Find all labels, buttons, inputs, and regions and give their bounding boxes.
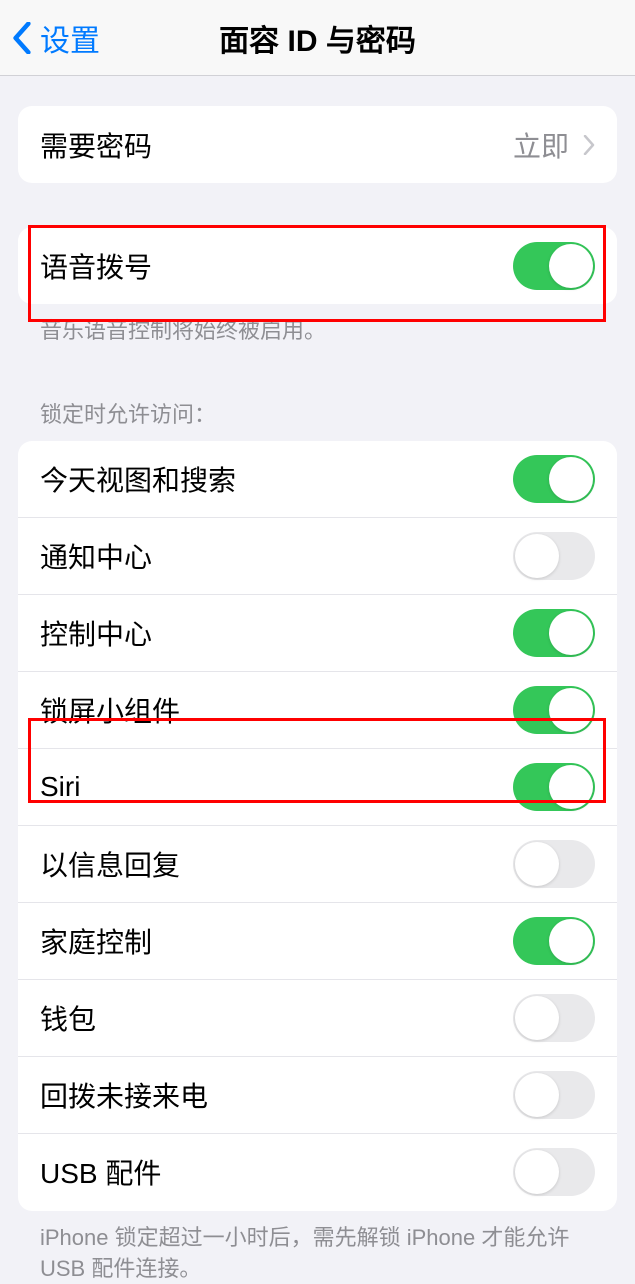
lock-access-label: 回拨未接来电	[40, 1075, 208, 1115]
lock-access-label: 今天视图和搜索	[40, 459, 236, 499]
lock-access-header: 锁定时允许访问：	[18, 347, 617, 441]
toggle-knob	[515, 996, 559, 1040]
voice-dial-label: 语音拨号	[40, 246, 152, 286]
back-label: 设置	[40, 16, 100, 60]
lock-access-label: Siri	[40, 771, 80, 803]
lock-access-cell: 钱包	[18, 980, 617, 1057]
page-title: 面容 ID 与密码	[219, 16, 416, 60]
require-passcode-cell[interactable]: 需要密码 立即	[18, 106, 617, 183]
lock-access-cell: 以信息回复	[18, 826, 617, 903]
lock-access-label: 以信息回复	[40, 844, 180, 884]
lock-access-toggle[interactable]	[513, 532, 595, 580]
chevron-left-icon	[12, 22, 32, 54]
toggle-knob	[515, 1073, 559, 1117]
lock-access-label: 锁屏小组件	[40, 690, 180, 730]
lock-access-label: 钱包	[40, 998, 96, 1038]
lock-access-cell: 回拨未接来电	[18, 1057, 617, 1134]
lock-access-cell: USB 配件	[18, 1134, 617, 1211]
require-passcode-label: 需要密码	[40, 125, 152, 165]
toggle-knob	[549, 244, 593, 288]
lock-access-label: 控制中心	[40, 613, 152, 653]
lock-access-cell: 通知中心	[18, 518, 617, 595]
voice-dial-toggle[interactable]	[513, 242, 595, 290]
lock-access-label: 家庭控制	[40, 921, 152, 961]
lock-access-cell: 今天视图和搜索	[18, 441, 617, 518]
require-passcode-group: 需要密码 立即	[18, 106, 617, 183]
lock-access-group: 今天视图和搜索通知中心控制中心锁屏小组件 Siri 以信息回复家庭控制钱包回拨未接来…	[18, 441, 617, 1211]
lock-access-cell: Siri	[18, 749, 617, 826]
voice-dial-cell: 语音拨号	[18, 227, 617, 304]
lock-access-cell: 家庭控制	[18, 903, 617, 980]
voice-dial-footer: 音乐语音控制将始终被启用。	[18, 304, 617, 347]
lock-access-toggle[interactable]	[513, 840, 595, 888]
navigation-bar: 设置 面容 ID 与密码	[0, 0, 635, 76]
lock-access-toggle[interactable]	[513, 994, 595, 1042]
lock-access-toggle[interactable]	[513, 609, 595, 657]
lock-access-toggle[interactable]	[513, 455, 595, 503]
toggle-knob	[549, 919, 593, 963]
chevron-right-icon	[583, 135, 595, 155]
lock-access-toggle[interactable]	[513, 763, 595, 811]
lock-access-label: USB 配件	[40, 1152, 161, 1192]
voice-dial-group: 语音拨号	[18, 227, 617, 304]
toggle-knob	[549, 688, 593, 732]
lock-access-toggle[interactable]	[513, 1148, 595, 1196]
require-passcode-value-wrap: 立即	[513, 125, 595, 165]
toggle-knob	[515, 1150, 559, 1194]
lock-access-cell: 锁屏小组件	[18, 672, 617, 749]
lock-access-cell: 控制中心	[18, 595, 617, 672]
require-passcode-value: 立即	[513, 125, 569, 165]
lock-access-label: 通知中心	[40, 536, 152, 576]
toggle-knob	[549, 765, 593, 809]
lock-access-toggle[interactable]	[513, 686, 595, 734]
toggle-knob	[515, 534, 559, 578]
toggle-knob	[549, 611, 593, 655]
lock-access-toggle[interactable]	[513, 1071, 595, 1119]
toggle-knob	[549, 457, 593, 501]
back-button[interactable]: 设置	[0, 16, 100, 60]
lock-access-footer: iPhone 锁定超过一小时后，需先解锁 iPhone 才能允许 USB 配件连…	[18, 1211, 617, 1284]
lock-access-toggle[interactable]	[513, 917, 595, 965]
toggle-knob	[515, 842, 559, 886]
